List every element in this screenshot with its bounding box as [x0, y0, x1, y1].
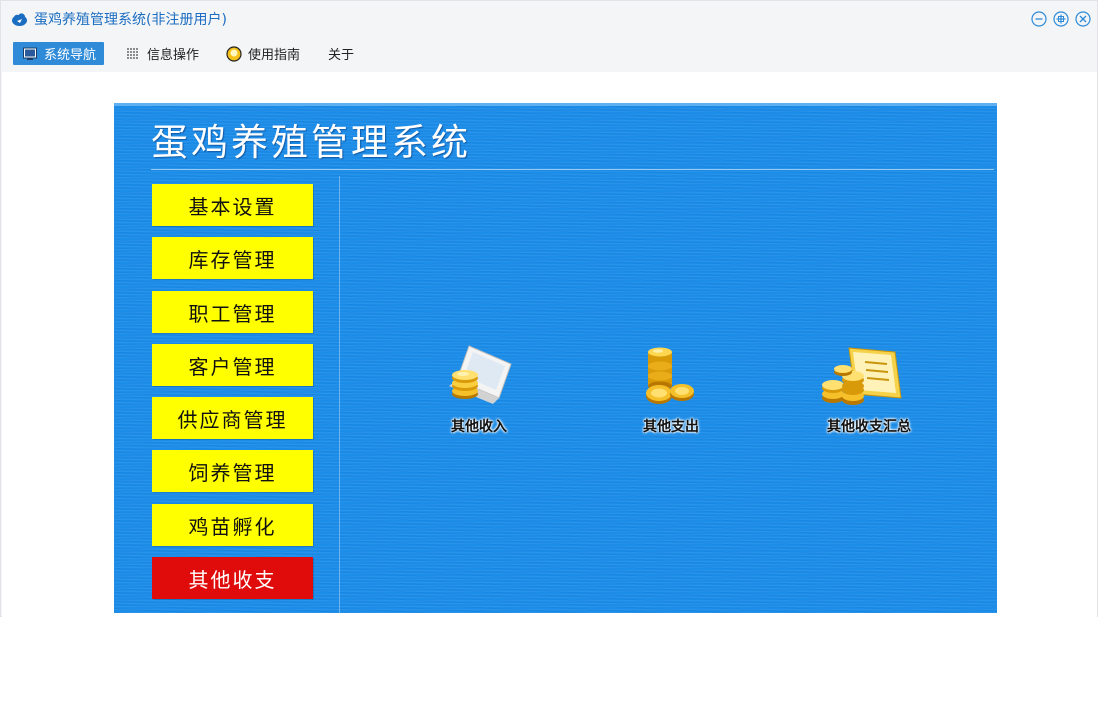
menu-label: 关于 [328, 48, 355, 63]
monitor-icon [22, 46, 38, 62]
menu-about[interactable]: 关于 [328, 42, 354, 65]
nav-supplier-management[interactable]: 供应商管理 [152, 397, 313, 439]
laptop-coins-icon [449, 345, 512, 404]
app-cloud-icon [11, 12, 28, 27]
function-label: 其他收支汇总 [827, 419, 911, 435]
panel-title: 蛋鸡养殖管理系统 [151, 121, 471, 164]
title-divider [151, 169, 994, 170]
nav-staff-management[interactable]: 职工管理 [152, 291, 313, 333]
title-bar: 蛋鸡养殖管理系统(非注册用户) [1, 1, 1097, 39]
menu-bar: 系统导航 信息操作 使用指南 关于 [1, 39, 1097, 71]
minimize-button[interactable] [1031, 11, 1047, 27]
other-expense-button[interactable]: 其他支出 [611, 342, 731, 452]
menu-label: 系统导航 [44, 48, 97, 63]
app-window: 蛋鸡养殖管理系统(非注册用户) 系统导航 信息操作 使用指南 关于 蛋鸡养殖管理… [0, 0, 1098, 617]
menu-label: 使用指南 [248, 48, 301, 63]
nav-other-income-expense[interactable]: 其他收支 [152, 557, 313, 599]
menu-user-guide[interactable]: 使用指南 [226, 42, 300, 65]
menu-info-operation[interactable]: 信息操作 [125, 42, 199, 65]
nav-chick-hatching[interactable]: 鸡苗孵化 [152, 504, 313, 546]
menu-system-navigation[interactable]: 系统导航 [13, 42, 105, 65]
coin-stack-icon [646, 347, 694, 404]
nav-customer-management[interactable]: 客户管理 [152, 344, 313, 386]
other-income-button[interactable]: 其他收入 [419, 342, 539, 452]
function-label: 其他支出 [643, 419, 699, 435]
nav-feeding-management[interactable]: 饲养管理 [152, 450, 313, 492]
other-summary-button[interactable]: 其他收支汇总 [809, 342, 929, 452]
bulb-icon [226, 45, 242, 62]
grid-icon [125, 46, 141, 62]
menu-label: 信息操作 [147, 48, 200, 63]
ledger-coins-icon [822, 347, 902, 405]
maximize-button[interactable] [1053, 11, 1069, 27]
main-navigation-panel: 蛋鸡养殖管理系统 基本设置 库存管理 职工管理 客户管理 供应商管理 饲养管理 … [114, 103, 997, 613]
function-label: 其他收入 [451, 419, 507, 435]
nav-inventory-management[interactable]: 库存管理 [152, 237, 313, 279]
window-title: 蛋鸡养殖管理系统(非注册用户) [34, 12, 227, 28]
nav-basic-settings[interactable]: 基本设置 [152, 184, 313, 226]
close-button[interactable] [1075, 11, 1091, 27]
sidebar-divider [339, 176, 340, 613]
